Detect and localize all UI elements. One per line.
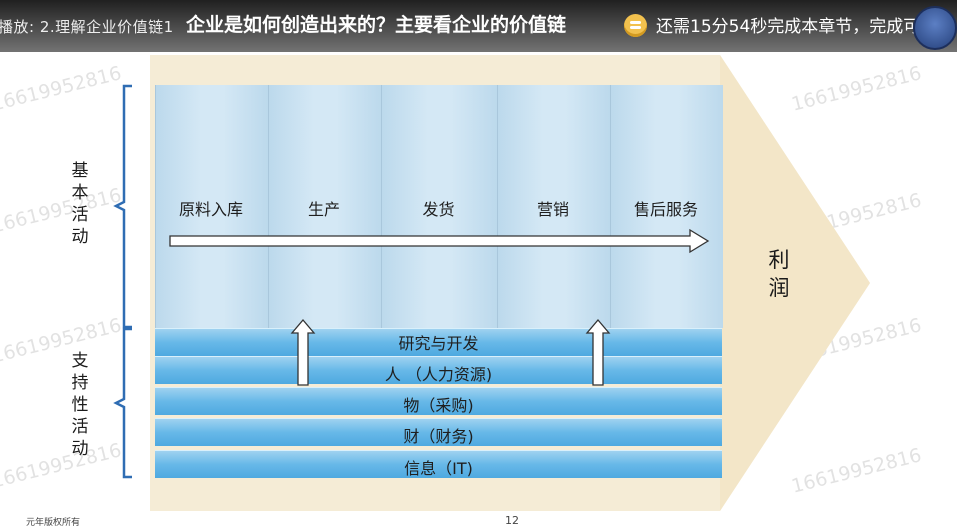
- watermark: 16619952816: [0, 62, 124, 116]
- watermark: 16619952816: [0, 184, 124, 238]
- support-activity-label: 研究与开发: [398, 334, 479, 353]
- support-activity-label: 财（财务): [403, 427, 474, 446]
- flow-arrow: [169, 228, 710, 254]
- support-activity-label: 物（采购): [403, 396, 474, 415]
- progress-text: 还需15分54秒完成本章节，完成可获得: [656, 17, 955, 37]
- support-activity-label: 人 （人力资源): [384, 365, 493, 384]
- support-activities-label: 支持性活动: [71, 351, 89, 459]
- coin-icon: [624, 14, 647, 37]
- primary-brace: [113, 84, 132, 329]
- primary-activity-label: 发货: [422, 200, 455, 219]
- primary-activity-label: 原料入库: [178, 200, 243, 219]
- primary-activities-label: 基本活动: [71, 161, 89, 247]
- profit-label: 利润: [768, 248, 790, 300]
- up-arrow-icon: [585, 318, 611, 386]
- copyright-text: 元年版权所有: [26, 518, 81, 528]
- playing-title: 播放: 2.理解企业价值链1: [0, 18, 174, 36]
- support-brace: [113, 327, 132, 479]
- up-arrow-icon: [290, 318, 316, 386]
- primary-activity-label: 售后服务: [633, 200, 698, 219]
- page-number: 12: [505, 514, 519, 527]
- primary-activity-label: 营销: [536, 200, 569, 219]
- primary-activity-label: 生产: [307, 200, 340, 219]
- slide-title: 企业是如何创造出来的？主要看企业的价值链: [186, 14, 567, 36]
- support-activity-label: 信息（IT): [404, 459, 473, 478]
- watermark: 16619952816: [0, 439, 124, 493]
- watermark: 16619952816: [0, 314, 124, 368]
- avatar[interactable]: [913, 6, 957, 50]
